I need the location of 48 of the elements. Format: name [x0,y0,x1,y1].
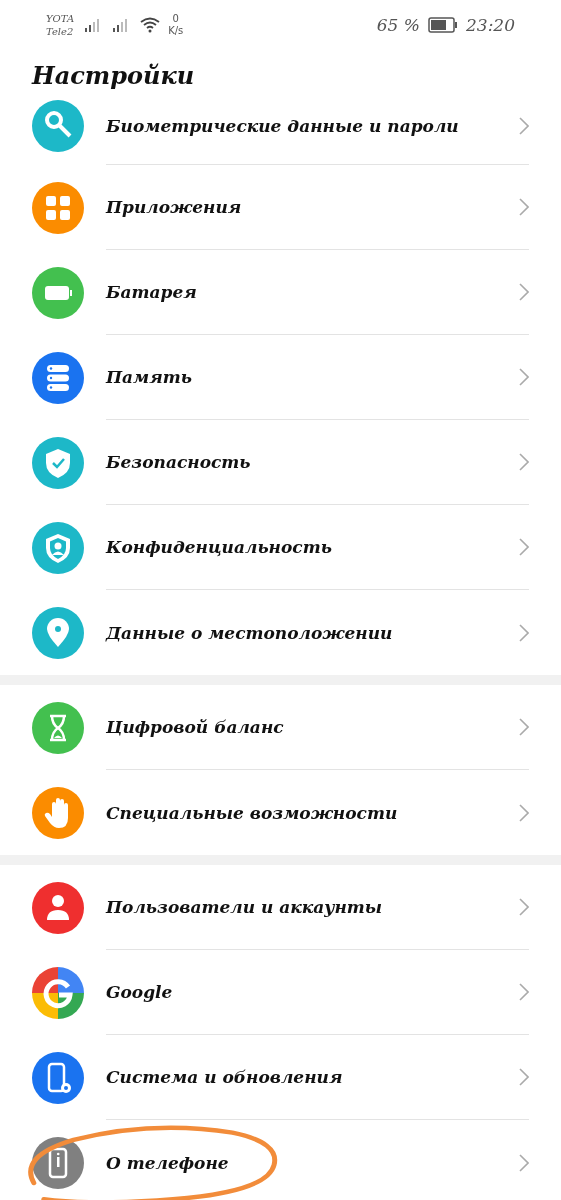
settings-item[interactable]: Безопасность [0,420,561,505]
settings-item[interactable]: Приложения [0,165,561,250]
item-label: Безопасность [106,452,251,472]
item-label: Система и обновления [106,1067,343,1087]
chevron-icon [519,1153,529,1172]
item-label: Данные о местоположении [106,622,393,643]
chevron-icon [519,368,529,386]
item-label: Приложения [106,197,242,217]
chevron-icon [519,116,529,135]
speed-value: 0 [172,13,179,25]
clock: 23:20 [466,15,515,35]
settings-item[interactable]: Google [0,950,561,1035]
item-label: Конфиденциальность [106,537,332,557]
item-label: Батарея [106,282,197,302]
settings-item[interactable]: Память [0,335,561,420]
item-label: Биометрические данные и пароли [106,115,459,136]
item-label: Цифровой баланс [106,717,284,737]
item-label: О телефоне [106,1152,229,1173]
chevron-icon [519,718,529,736]
settings-item[interactable]: Данные о местоположении [0,590,561,675]
page-title: Настройки [32,60,195,90]
chevron-icon [519,898,529,916]
speed-unit: K/s [168,25,184,37]
settings-item[interactable]: Биометрические данные и пароли [0,100,561,165]
settings-item[interactable]: О телефоне [0,1120,561,1200]
chevron-icon [519,1068,529,1086]
chevron-icon [519,453,529,471]
item-label: Память [106,367,192,387]
carrier-name: Tele2 [46,25,75,38]
settings-item[interactable]: Батарея [0,250,561,335]
settings-item[interactable]: Специальные возможности [0,770,561,855]
wifi-icon [140,17,161,33]
item-label: Google [106,982,173,1002]
settings-item[interactable]: Цифровой баланс [0,685,561,770]
item-label: Пользователи и аккаунты [106,897,383,917]
carrier-name: YOTA [46,12,75,25]
battery-percent: 65 % [376,15,420,35]
chevron-icon [519,983,529,1001]
settings-item[interactable]: Конфиденциальность [0,505,561,590]
settings-item[interactable]: Пользователи и аккаунты [0,865,561,950]
item-label: Специальные возможности [106,802,398,823]
chevron-icon [519,538,529,556]
chevron-icon [519,283,529,301]
chevron-icon [519,803,529,822]
chevron-icon [519,198,529,216]
chevron-icon [519,623,529,642]
settings-item[interactable]: Система и обновления [0,1035,561,1120]
battery-icon [428,17,458,33]
